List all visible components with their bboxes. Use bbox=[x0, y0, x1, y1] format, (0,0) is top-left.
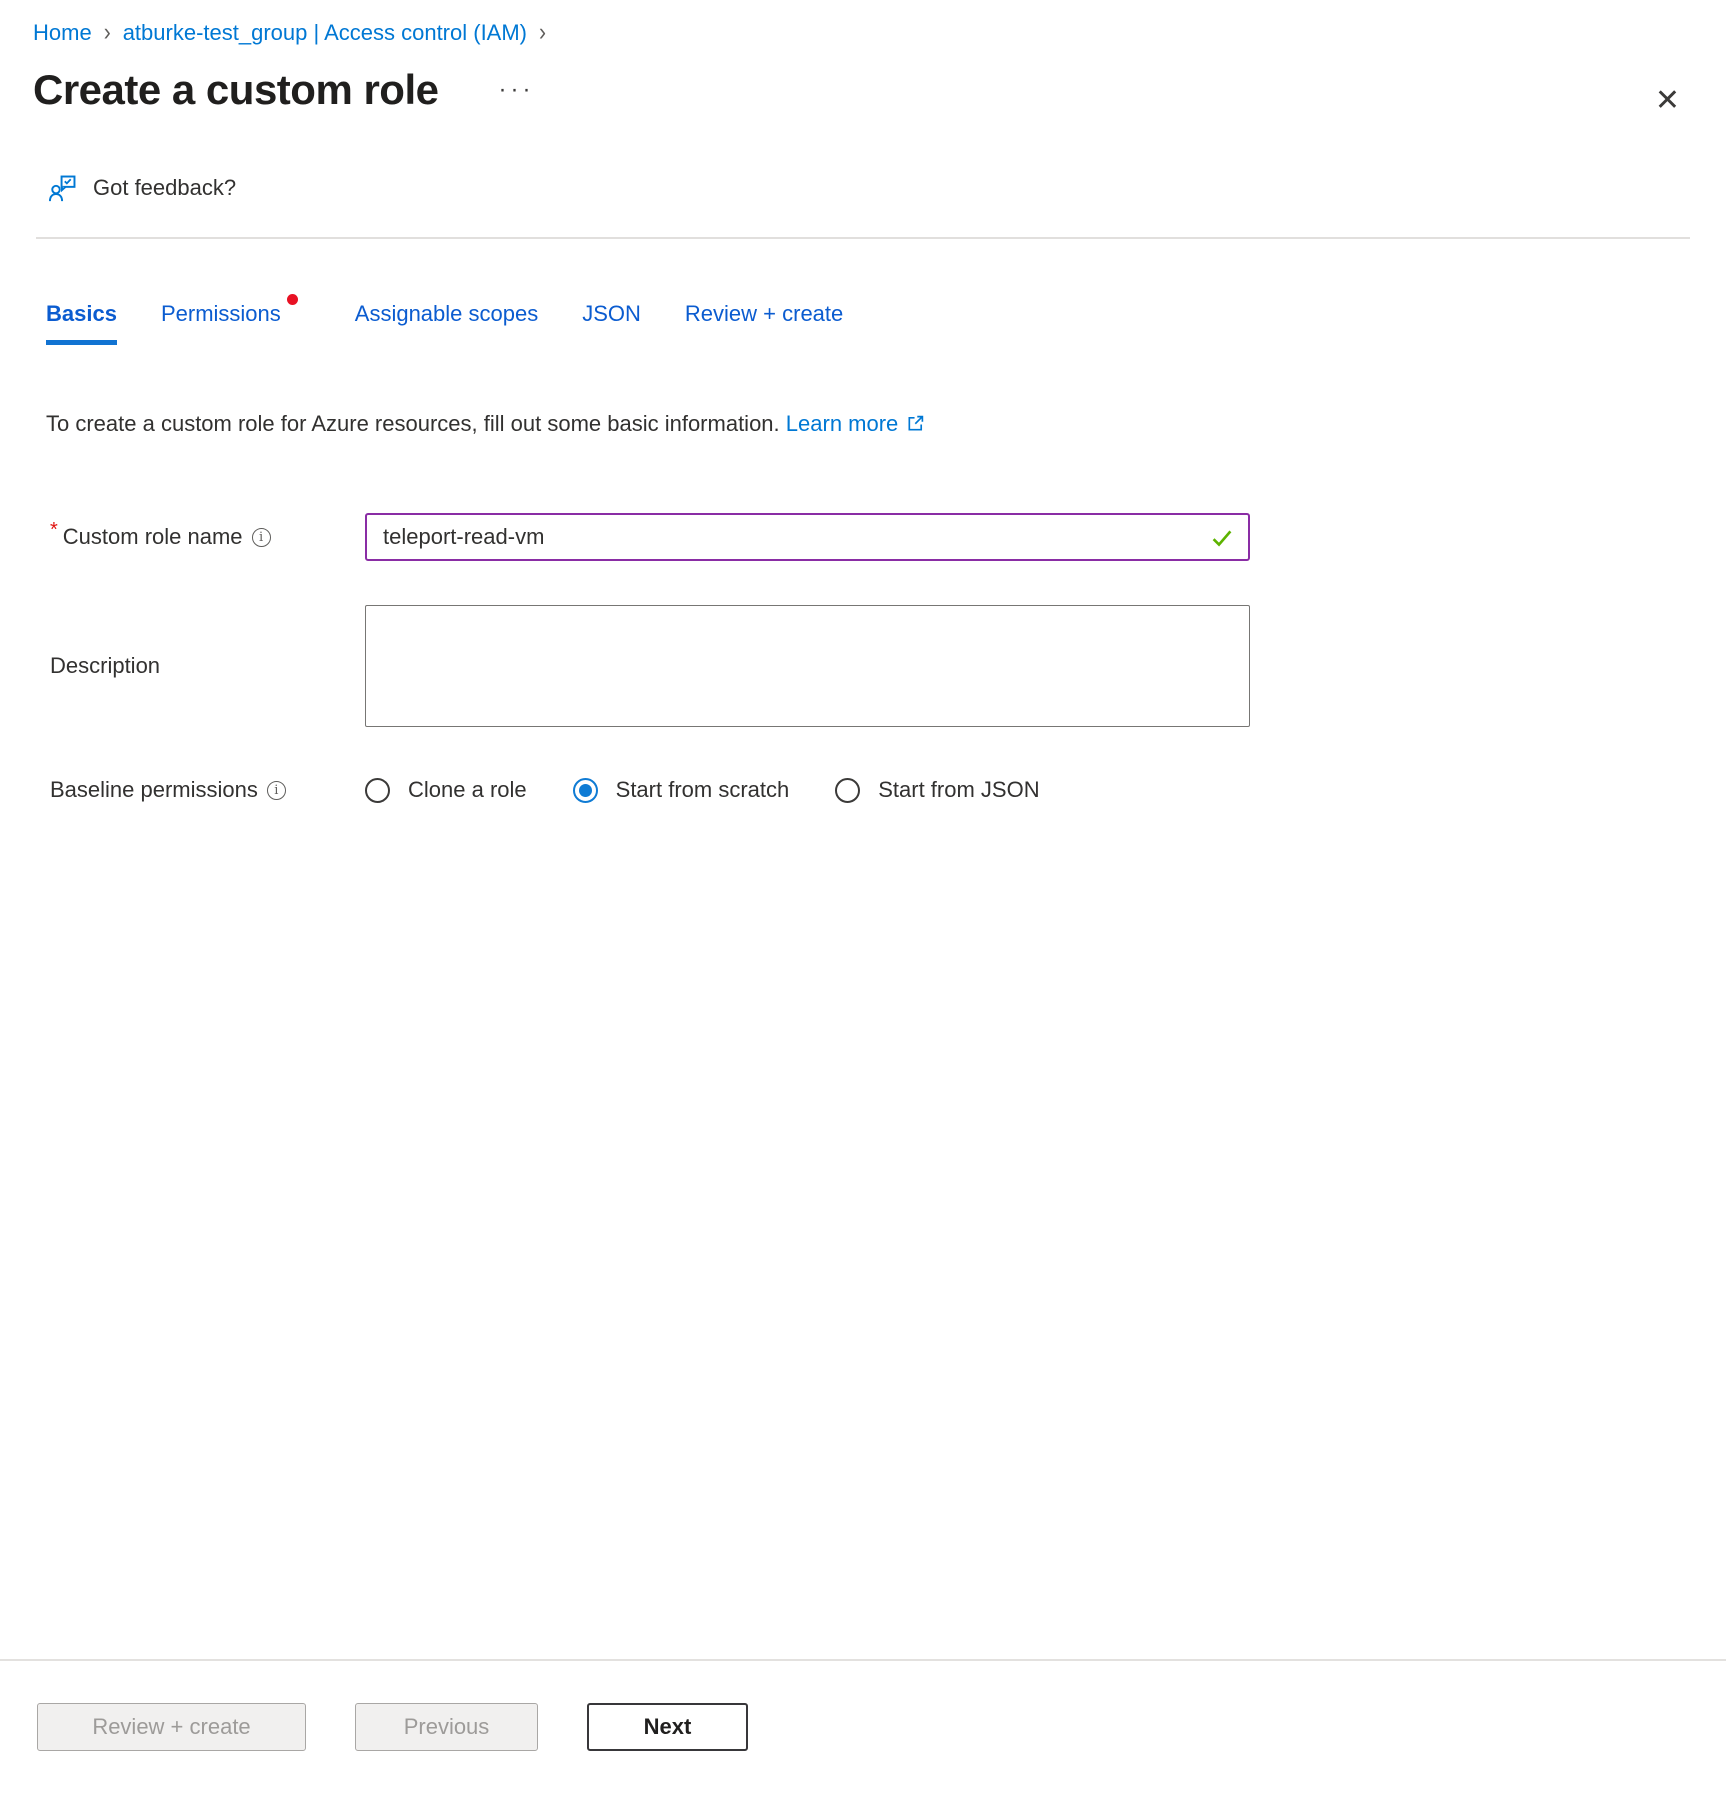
custom-role-name-label: Custom role name bbox=[63, 524, 243, 550]
required-asterisk: * bbox=[50, 519, 58, 542]
radio-selected-icon bbox=[573, 778, 598, 803]
breadcrumb-chevron-icon: › bbox=[539, 17, 546, 48]
radio-start-from-scratch[interactable]: Start from scratch bbox=[573, 777, 790, 803]
alert-dot-icon bbox=[287, 294, 298, 305]
breadcrumb: Home › atburke-test_group | Access contr… bbox=[33, 20, 1693, 46]
breadcrumb-access-control-link[interactable]: atburke-test_group | Access control (IAM… bbox=[123, 20, 527, 46]
learn-more-link[interactable]: Learn more bbox=[786, 411, 899, 436]
tab-json-label: JSON bbox=[582, 301, 641, 326]
custom-role-name-row: * Custom role name i bbox=[50, 513, 1693, 561]
got-feedback-label: Got feedback? bbox=[93, 175, 236, 201]
description-textarea[interactable] bbox=[365, 605, 1250, 727]
description-label-group: Description bbox=[50, 653, 365, 679]
title-row: Create a custom role ··· bbox=[33, 66, 1693, 114]
radio-start-from-json[interactable]: Start from JSON bbox=[835, 777, 1039, 803]
review-create-button[interactable]: Review + create bbox=[37, 1703, 306, 1751]
radio-unselected-icon bbox=[835, 778, 860, 803]
tab-assignable-scopes[interactable]: Assignable scopes bbox=[355, 301, 538, 340]
info-icon[interactable]: i bbox=[252, 528, 271, 547]
footer-action-bar: Review + create Previous Next bbox=[0, 1659, 1726, 1751]
valid-check-icon bbox=[1210, 526, 1234, 555]
intro-text: To create a custom role for Azure resour… bbox=[46, 411, 1693, 439]
baseline-permissions-radio-group: Clone a role Start from scratch Start fr… bbox=[365, 777, 1086, 803]
next-button[interactable]: Next bbox=[587, 1703, 748, 1751]
external-link-icon bbox=[906, 413, 925, 439]
baseline-permissions-label: Baseline permissions bbox=[50, 777, 258, 803]
tab-permissions-label: Permissions bbox=[161, 301, 281, 326]
description-row: Description bbox=[50, 605, 1693, 727]
baseline-permissions-row: Baseline permissions i Clone a role Star… bbox=[50, 777, 1693, 803]
radio-unselected-icon bbox=[365, 778, 390, 803]
feedback-icon bbox=[48, 172, 79, 203]
got-feedback-button[interactable]: Got feedback? bbox=[48, 172, 236, 203]
breadcrumb-home-link[interactable]: Home bbox=[33, 20, 92, 46]
context-menu-button[interactable]: ··· bbox=[495, 74, 539, 106]
custom-role-name-input[interactable] bbox=[365, 513, 1250, 561]
basics-form: * Custom role name i Description bbox=[50, 513, 1693, 803]
page-title: Create a custom role bbox=[33, 66, 439, 114]
tab-bar: Basics Permissions Assignable scopes JSO… bbox=[46, 301, 1693, 345]
tab-json[interactable]: JSON bbox=[582, 301, 641, 340]
baseline-permissions-label-group: Baseline permissions i bbox=[50, 777, 365, 803]
tab-assignable-scopes-label: Assignable scopes bbox=[355, 301, 538, 326]
radio-start-from-scratch-label: Start from scratch bbox=[616, 777, 790, 803]
close-icon: ✕ bbox=[1655, 84, 1680, 117]
header-divider bbox=[36, 237, 1690, 239]
tab-basics[interactable]: Basics bbox=[46, 301, 117, 345]
description-label: Description bbox=[50, 653, 160, 679]
custom-role-name-input-wrap bbox=[365, 513, 1250, 561]
breadcrumb-chevron-icon: › bbox=[104, 17, 111, 48]
radio-clone-a-role-label: Clone a role bbox=[408, 777, 527, 803]
info-icon[interactable]: i bbox=[267, 781, 286, 800]
tab-basics-label: Basics bbox=[46, 301, 117, 326]
radio-start-from-json-label: Start from JSON bbox=[878, 777, 1039, 803]
tab-permissions[interactable]: Permissions bbox=[161, 301, 281, 340]
tab-review-create[interactable]: Review + create bbox=[685, 301, 843, 340]
create-custom-role-panel: Home › atburke-test_group | Access contr… bbox=[0, 0, 1726, 1800]
radio-clone-a-role[interactable]: Clone a role bbox=[365, 777, 527, 803]
custom-role-name-label-group: * Custom role name i bbox=[50, 524, 365, 550]
previous-button[interactable]: Previous bbox=[355, 1703, 538, 1751]
context-menu-icon: ··· bbox=[499, 76, 535, 103]
close-button[interactable]: ✕ bbox=[1653, 84, 1682, 118]
intro-sentence: To create a custom role for Azure resour… bbox=[46, 411, 780, 436]
tab-review-create-label: Review + create bbox=[685, 301, 843, 326]
